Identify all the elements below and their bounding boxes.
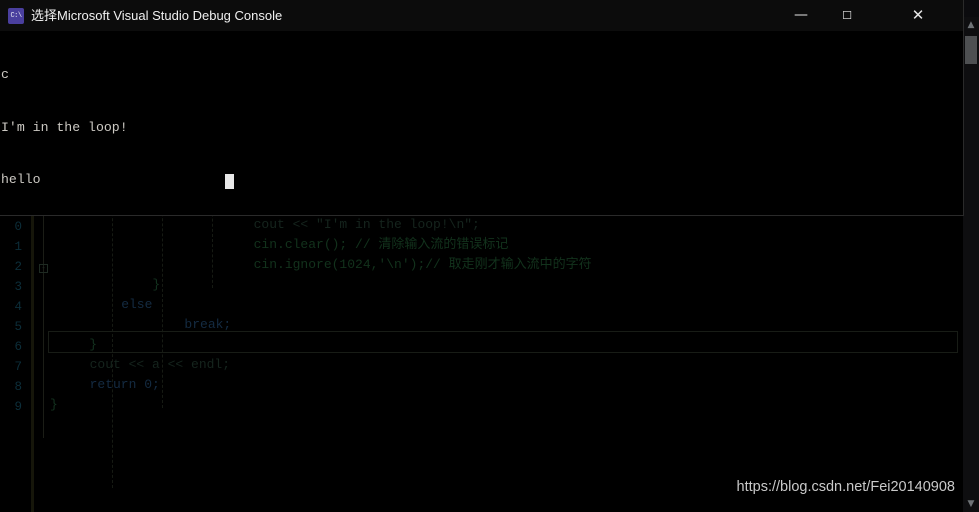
line-number: 9 bbox=[14, 400, 22, 414]
code-line: } bbox=[58, 337, 98, 352]
line-number: 1 bbox=[14, 240, 22, 254]
editor-vertical-scrollbar[interactable]: ▲ ▼ bbox=[963, 17, 979, 512]
console-output-text: c I'm in the loop! hello I'm in the loop… bbox=[1, 31, 951, 215]
chevron-up-icon[interactable]: ▲ bbox=[963, 17, 979, 33]
code-line: cout << "I'm in the loop!\n"; bbox=[160, 217, 480, 232]
line-number: 5 bbox=[14, 320, 22, 334]
console-line: hello bbox=[1, 172, 41, 187]
console-window-title: 选择Microsoft Visual Studio Debug Console bbox=[31, 8, 283, 23]
debug-console-window[interactable]: C:\ 选择Microsoft Visual Studio Debug Cons… bbox=[0, 0, 963, 215]
code-line: cin.clear(); // 清除输入流的错误标记 bbox=[160, 237, 509, 252]
code-line: cout << a << endl; bbox=[74, 357, 231, 372]
code-line: } bbox=[50, 397, 58, 412]
code-line: break; bbox=[122, 317, 232, 332]
line-number: 3 bbox=[14, 280, 22, 294]
fold-toggle-icon[interactable]: - bbox=[39, 264, 48, 273]
line-number: 8 bbox=[14, 380, 22, 394]
line-number: 0 bbox=[14, 220, 22, 234]
console-output-area[interactable]: c I'm in the loop! hello I'm in the loop… bbox=[0, 31, 963, 215]
code-line: return 0; bbox=[74, 377, 160, 392]
line-number: 6 bbox=[14, 340, 22, 354]
maximize-button[interactable]: ☐ bbox=[824, 0, 870, 31]
console-title-bar[interactable]: C:\ 选择Microsoft Visual Studio Debug Cons… bbox=[0, 0, 963, 32]
line-number: 7 bbox=[14, 360, 22, 374]
console-icon: C:\ bbox=[8, 8, 24, 24]
minimize-button[interactable]: — bbox=[778, 0, 824, 31]
code-line: else bbox=[90, 297, 153, 312]
line-number: 4 bbox=[14, 300, 22, 314]
text-cursor bbox=[225, 174, 234, 189]
watermark-url: https://blog.csdn.net/Fei20140908 bbox=[736, 479, 955, 495]
close-button[interactable]: ✕ bbox=[895, 0, 941, 31]
scrollbar-thumb[interactable] bbox=[965, 36, 977, 64]
code-line: cin.ignore(1024,'\n');// 取走刚才输入流中的字符 bbox=[160, 257, 592, 272]
line-number: 2 bbox=[14, 260, 22, 274]
chevron-down-icon[interactable]: ▼ bbox=[963, 496, 979, 512]
console-line: c bbox=[1, 67, 9, 82]
console-line: I'm in the loop! bbox=[1, 119, 128, 135]
code-line: } bbox=[90, 277, 161, 292]
